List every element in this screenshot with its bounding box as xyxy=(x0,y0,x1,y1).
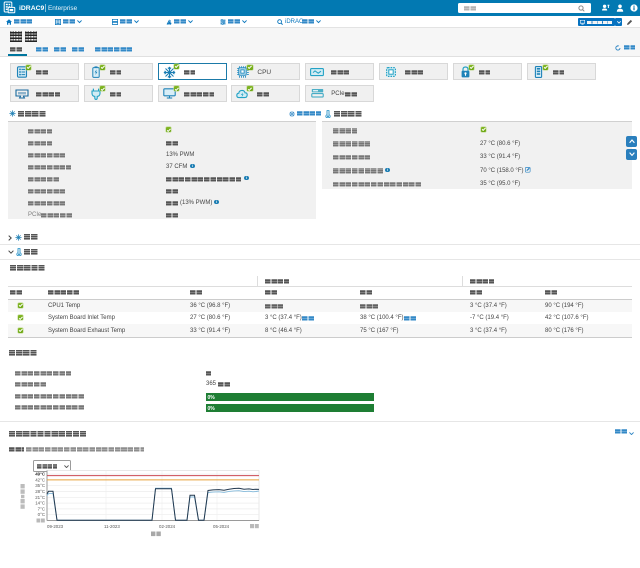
svg-text:02-2024: 02-2024 xyxy=(159,524,176,529)
svg-text:05-2024: 05-2024 xyxy=(213,524,230,529)
svg-text:7°C: 7°C xyxy=(38,506,45,511)
svg-text:35°C: 35°C xyxy=(35,483,45,488)
svg-text:42°C: 42°C xyxy=(35,477,45,482)
svg-text:09-2023: 09-2023 xyxy=(47,524,64,529)
svg-text:0°C: 0°C xyxy=(38,512,45,517)
svg-text:49°C: 49°C xyxy=(35,472,46,477)
svg-text:14°C: 14°C xyxy=(35,501,45,506)
svg-text:11-2023: 11-2023 xyxy=(104,524,120,529)
svg-text:28°C: 28°C xyxy=(35,489,45,494)
svg-text:21°C: 21°C xyxy=(35,495,45,500)
